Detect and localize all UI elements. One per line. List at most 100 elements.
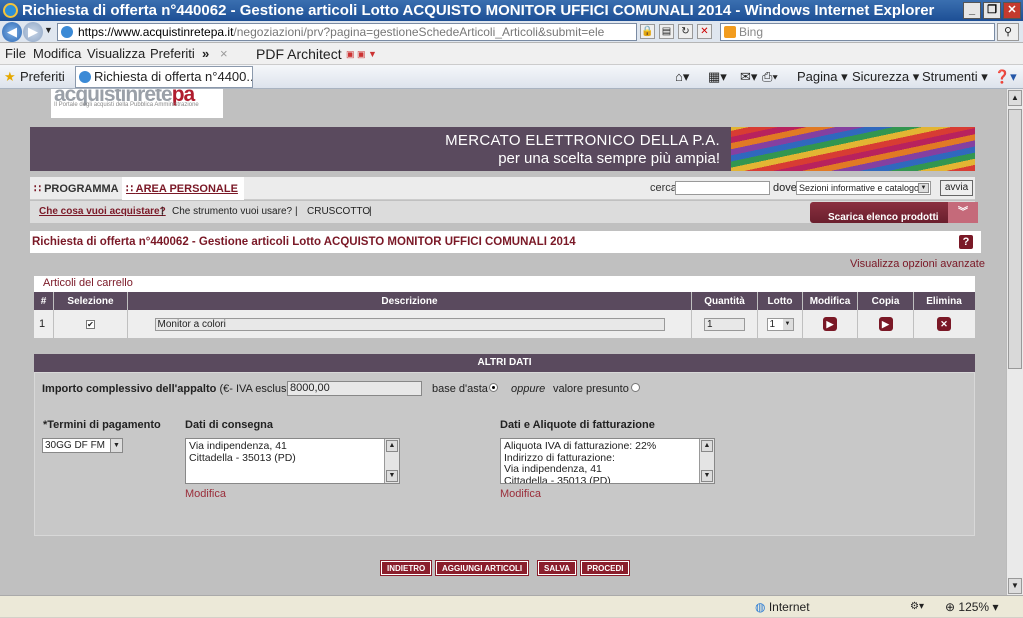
nav-programma[interactable]: ∷ PROGRAMMA [34,182,119,195]
nav-programma-label: PROGRAMMA [44,183,119,195]
cerca-input[interactable] [675,181,770,195]
print-icon[interactable]: ⎙▾ [762,65,778,89]
command-sicurezza[interactable]: Sicurezza ▾ [852,65,919,89]
restore-button[interactable]: ❐ [983,2,1001,19]
forward-arrow-icon[interactable]: ▶ [23,22,43,42]
protected-mode-icon[interactable]: ⚙▾ [910,596,924,618]
back-arrow-icon[interactable]: ◀ [2,22,22,42]
scroll-up-icon[interactable]: ▲ [1008,90,1022,106]
quantita-field[interactable]: 1 [704,317,745,331]
refresh-icon[interactable]: ↻ [678,24,693,39]
close-menu-icon[interactable]: × [220,43,228,65]
mail-icon[interactable]: ✉▾ [740,65,757,89]
checkbox-checked-icon[interactable]: ✔ [86,319,95,329]
globe-icon: ◍ [755,600,766,614]
articoli-table: # Selezione Descrizione Quantità Lotto M… [34,292,975,338]
col-elimina: Elimina [926,295,962,307]
help-question-icon[interactable]: ? [959,235,973,249]
base-asta-radio[interactable] [489,383,498,392]
termini-label: *Termini di pagamento [43,419,161,431]
carrello-header: Articoli del carrello [34,276,975,292]
page-title: Richiesta di offerta n°440062 - Gestione… [30,231,981,253]
home-icon[interactable]: ⌂▾ [675,65,689,89]
internet-zone[interactable]: ◍ Internet [755,596,810,618]
stop-icon[interactable]: ✕ [697,24,712,39]
avvia-button[interactable]: avvia [940,180,973,196]
search-icon[interactable]: ⚲ [997,23,1019,41]
scroll-thumb[interactable] [1008,109,1022,369]
tab-title: Richiesta di offerta n°4400... [94,69,253,84]
dove-select[interactable]: Sezioni informative e catalogo ▼ [796,181,931,195]
help-icon[interactable]: ❓▾ [994,65,1017,89]
scroll-up-icon[interactable]: ▲ [701,440,713,452]
scarica-elenco-button[interactable]: Scarica elenco prodotti ︾ [810,202,978,223]
search-field[interactable]: Bing [720,23,995,41]
logo-subtitle: Il Portale degli acquisti della Pubblica… [54,102,199,108]
subnav-cruscotto[interactable]: CRUSCOTTO [307,206,370,217]
menu-preferiti[interactable]: Preferiti [150,43,195,65]
fatturazione-textarea[interactable]: Aliquota IVA di fatturazione: 22% Indiri… [500,438,715,484]
scroll-up-icon[interactable]: ▲ [386,440,398,452]
scroll-down-icon[interactable]: ▼ [386,470,398,482]
subnav-separator: | [295,206,298,217]
command-pagina[interactable]: Pagina ▾ [797,65,848,89]
textarea-scrollbar[interactable]: ▲ ▼ [384,439,399,483]
feeds-icon[interactable]: ▦▾ [708,65,727,89]
procedi-button[interactable]: PROCEDI [579,560,631,576]
consegna-textarea[interactable]: Via indipendenza, 41 Cittadella - 35013 … [185,438,400,484]
subnav-cosa-acquistare[interactable]: Che cosa vuoi acquistare? [39,206,166,217]
altri-dati-header: ALTRI DATI [34,354,975,372]
compat-view-icon[interactable]: ▤ [659,24,674,39]
command-strumenti[interactable]: Strumenti ▾ [922,65,988,89]
page-scrollbar[interactable]: ▲ ▼ [1006,89,1023,595]
termini-label-text: *Termini di pagamento [43,419,161,431]
aggiungi-articoli-button[interactable]: AGGIUNGI ARTICOLI [434,560,530,576]
menu-modifica[interactable]: Modifica [33,43,81,65]
url-field[interactable]: https://www.acquistinretepa.it/negoziazi… [57,23,637,41]
history-dropdown-icon[interactable]: ▼ [44,25,53,35]
favorites-button[interactable]: Preferiti [20,65,65,89]
close-window-button[interactable]: ✕ [1003,2,1021,19]
valore-presunto-radio[interactable] [631,383,640,392]
menu-visualizza[interactable]: Visualizza [87,43,145,65]
banner-line2: per una scelta sempre più ampia! [498,150,720,167]
browser-tab[interactable]: Richiesta di offerta n°4400... [75,66,253,88]
consegna-modifica-link[interactable]: Modifica [185,488,226,500]
scroll-down-icon[interactable]: ▼ [701,470,713,482]
minimize-button[interactable]: _ [963,2,981,19]
pdf-tools-icon[interactable]: ▣ ▣ ▼ [346,43,377,65]
zoom-control[interactable]: ⊕ 125% ▾ [945,596,998,618]
termini-value: 30GG DF FM [45,440,106,451]
importo-field[interactable]: 8000,00 [287,381,422,396]
textarea-scrollbar[interactable]: ▲ ▼ [699,439,714,483]
modifica-arrow-icon[interactable]: ▶ [823,317,837,331]
lotto-select[interactable]: 1 ▼ [766,317,794,331]
lock-icon[interactable]: 🔒 [640,24,655,39]
opzioni-avanzate-link[interactable]: Visualizza opzioni avanzate [850,258,985,270]
row-copia-cell: ▶ [858,310,914,338]
fatturazione-modifica-link[interactable]: Modifica [500,488,541,500]
scroll-down-icon[interactable]: ▼ [1008,578,1022,594]
fatturazione-line: Cittadella - 35013 (PD) [504,474,611,484]
zoom-level: 125% [958,600,990,614]
col-lotto: Lotto [758,292,803,310]
fatturazione-line: Aliquota IVA di fatturazione: 22% [504,440,657,452]
subnav-strumento[interactable]: Che strumento vuoi usare? [172,206,292,217]
site-logo[interactable]: acquistinretepa Il Portale degli acquist… [51,89,223,118]
menu-overflow[interactable]: » [202,43,209,65]
menu-pdf-architect[interactable]: PDF Architect [256,43,342,65]
row-checkbox[interactable]: ✔ [54,310,128,338]
menu-file[interactable]: File [5,43,26,65]
url-domain: acquistinretepa.it [142,25,234,39]
copia-arrow-icon[interactable]: ▶ [878,317,893,331]
star-icon[interactable]: ★ [4,65,16,89]
fatturazione-line: Via indipendenza, 41 [504,463,602,475]
table-header: # Selezione Descrizione Quantità Lotto M… [34,292,975,310]
nav-area-personale[interactable]: ∷ AREA PERSONALE [122,177,244,200]
elimina-x-icon[interactable]: ✕ [937,317,951,331]
indietro-button[interactable]: INDIETRO [379,560,433,576]
url-prefix: https://www. [78,25,143,39]
descrizione-field[interactable]: Monitor a colori [154,317,665,331]
termini-select[interactable]: 30GG DF FM ▼ [42,438,123,453]
salva-button[interactable]: SALVA [537,560,577,576]
